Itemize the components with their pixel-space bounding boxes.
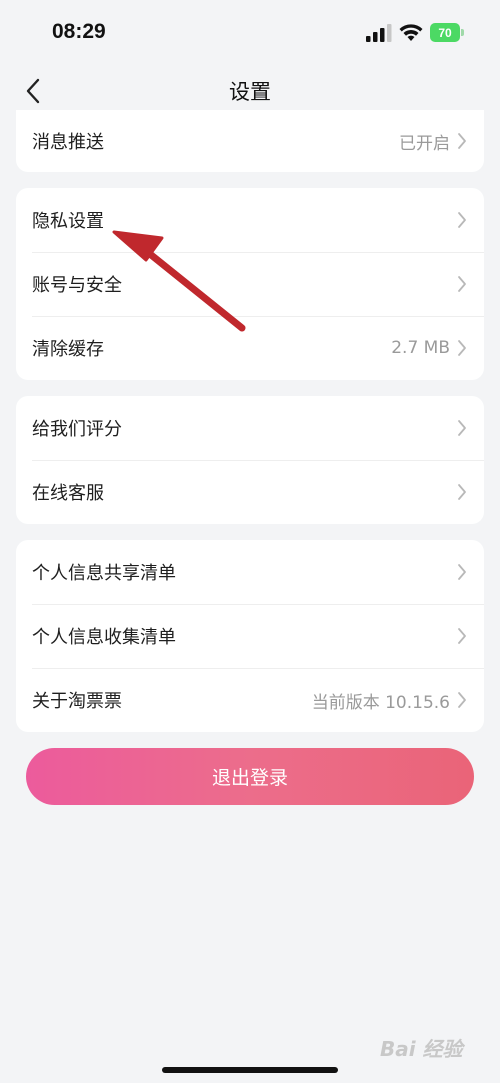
status-bar: 08:29 70 (0, 0, 500, 66)
app-version: 当前版本 10.15.6 (311, 692, 450, 713)
chevron-right-icon (458, 212, 466, 228)
card-top-fill (16, 110, 484, 124)
chevron-right-icon (458, 420, 466, 436)
settings-row-about[interactable]: 关于淘票票 当前版本 10.15.6 (16, 668, 484, 732)
cache-size: 2.7 MB (391, 338, 450, 358)
chevron-right-icon (458, 133, 466, 149)
row-label: 个人信息收集清单 (32, 627, 176, 648)
row-label: 在线客服 (32, 483, 104, 504)
row-label: 给我们评分 (32, 419, 122, 440)
watermark-logo: Bai 经验 (380, 1030, 490, 1064)
chevron-right-icon (458, 692, 466, 708)
row-label: 消息推送 (32, 132, 104, 153)
battery-cap (461, 29, 464, 36)
row-label: 关于淘票票 (32, 691, 122, 712)
chevron-right-icon (458, 276, 466, 292)
watermark-text: Bai 经验 (380, 1036, 463, 1061)
row-label: 清除缓存 (32, 339, 104, 360)
settings-card-support: 给我们评分 在线客服 (16, 396, 484, 524)
logout-button[interactable]: 退出登录 (26, 748, 474, 805)
settings-row-privacy[interactable]: 隐私设置 (16, 188, 484, 252)
chevron-right-icon (458, 564, 466, 580)
settings-row-account-security[interactable]: 账号与安全 (16, 252, 484, 316)
settings-card-account: 隐私设置 账号与安全 清除缓存 2.7 MB (16, 188, 484, 380)
nav-bar: 设置 (0, 66, 500, 116)
row-label: 个人信息共享清单 (32, 563, 176, 584)
settings-card-info: 个人信息共享清单 个人信息收集清单 关于淘票票 当前版本 10.15.6 (16, 540, 484, 732)
battery-level: 70 (438, 25, 452, 40)
row-label: 账号与安全 (32, 275, 122, 296)
wifi-icon (399, 24, 423, 41)
chevron-right-icon (458, 628, 466, 644)
row-label: 隐私设置 (32, 211, 104, 232)
signal-icon (366, 24, 392, 42)
status-time: 08:29 (52, 20, 106, 43)
battery-icon: 70 (430, 23, 460, 42)
settings-row-info-sharing[interactable]: 个人信息共享清单 (16, 540, 484, 604)
settings-row-customer-service[interactable]: 在线客服 (16, 460, 484, 524)
row-value: 已开启 (399, 133, 450, 154)
settings-row-rate-us[interactable]: 给我们评分 (16, 396, 484, 460)
chevron-right-icon (458, 340, 466, 356)
settings-row-clear-cache[interactable]: 清除缓存 2.7 MB (16, 316, 484, 380)
settings-row-info-collection[interactable]: 个人信息收集清单 (16, 604, 484, 668)
chevron-right-icon (458, 484, 466, 500)
home-indicator (162, 1067, 338, 1073)
page-title: 设置 (229, 80, 271, 104)
